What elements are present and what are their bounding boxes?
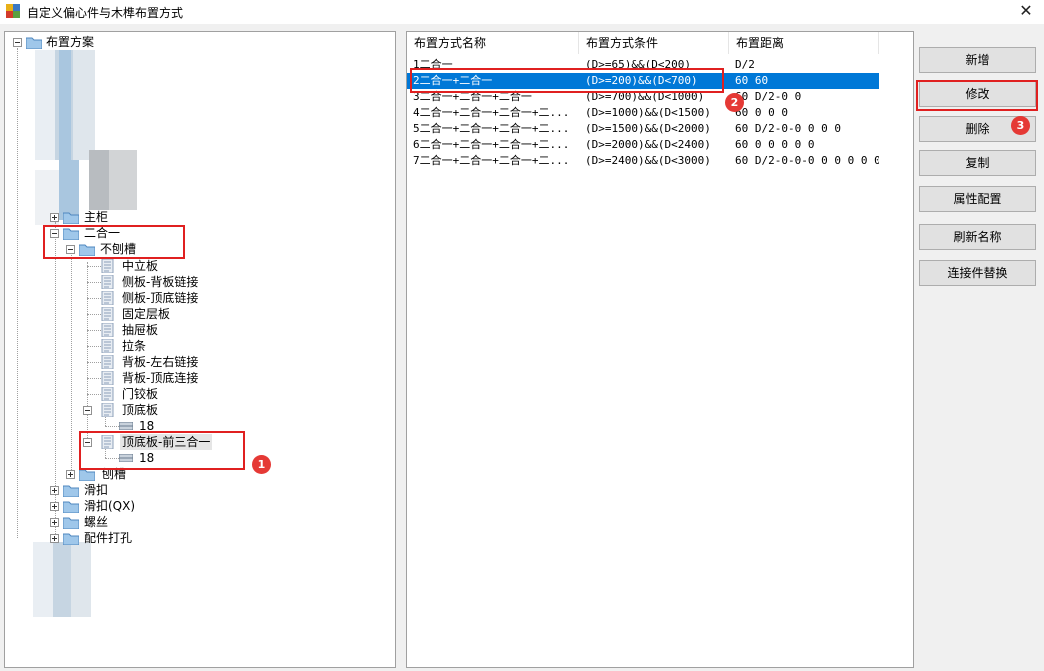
cell-distance: 60 0 0 0 0 0: [735, 138, 815, 151]
document-icon: [101, 323, 114, 337]
expand-icon[interactable]: [50, 486, 59, 495]
column-header-distance[interactable]: 布置距离: [729, 32, 879, 54]
cell-name: 7二合一+二合一+二合一+二...: [413, 154, 570, 167]
tree-node-leaf[interactable]: 侧板-背板链接: [101, 274, 301, 290]
tree-node-top-bottom-board[interactable]: 顶底板: [83, 402, 283, 418]
blurred-region: [35, 50, 137, 225]
tree-node-label: 主柜: [84, 210, 109, 224]
folder-icon: [63, 533, 79, 545]
app-icon: [6, 4, 20, 18]
cell-name: 4二合一+二合一+二合一+二...: [413, 106, 570, 119]
document-icon: [101, 291, 114, 305]
tree-node-leaf[interactable]: 背板-左右链接: [101, 354, 301, 370]
highlight-box: [79, 431, 245, 470]
board-thickness-icon: [119, 422, 133, 430]
folder-icon: [63, 485, 79, 497]
tree-node-label: 配件打孔: [84, 531, 133, 545]
connector-replace-button[interactable]: 连接件替换: [919, 260, 1036, 286]
expand-icon[interactable]: [50, 518, 59, 527]
tree-node-leaf[interactable]: 抽屉板: [101, 322, 301, 338]
folder-icon: [26, 37, 42, 49]
tree-node-label: 中立板: [122, 259, 159, 273]
list-row[interactable]: 6二合一+二合一+二合一+二... (D>=2000)&&(D<2400) 60 0…: [407, 137, 879, 153]
cell-distance: 60 0 0 0: [735, 106, 788, 119]
tree-node-label: 背板-左右链接: [122, 355, 199, 369]
collapse-icon[interactable]: [13, 38, 22, 47]
list-row[interactable]: 7二合一+二合一+二合一+二... (D>=2400)&&(D<3000) 60 D…: [407, 153, 879, 169]
tree-node-label: 侧板-顶底链接: [122, 291, 199, 305]
cell-distance: 60 D/2-0-0 0 0 0: [735, 122, 841, 135]
document-icon: [101, 387, 114, 401]
tree-node-leaf[interactable]: 拉条: [101, 338, 301, 354]
tree-node-label: 螺丝: [84, 515, 109, 529]
tree-node-leaf[interactable]: 门铰板: [101, 386, 301, 402]
tree-node-leaf[interactable]: 背板-顶底连接: [101, 370, 301, 386]
tree-node-leaf[interactable]: 侧板-顶底链接: [101, 290, 301, 306]
tree-node-label: 抽屉板: [122, 323, 159, 337]
title-bar: 自定义偏心件与木榫布置方式 ✕: [0, 0, 1044, 24]
expand-icon[interactable]: [50, 502, 59, 511]
cell-condition: (D>=1000)&&(D<1500): [585, 106, 711, 119]
properties-button[interactable]: 属性配置: [919, 186, 1036, 212]
cell-distance: 60 D/2-0-0-0 0 0 0 0 0: [735, 154, 879, 167]
list-row[interactable]: 4二合一+二合一+二合一+二... (D>=1000)&&(D<1500) 60 0…: [407, 105, 879, 121]
layout-method-list[interactable]: 布置方式名称 布置方式条件 布置距离 1二合一 (D>=65)&&(D<200) D…: [406, 31, 914, 668]
copy-button[interactable]: 复制: [919, 150, 1036, 176]
highlight-box: [43, 225, 185, 259]
tree-node-label: 滑扣: [84, 483, 109, 497]
tree-node-label: 滑扣(QX): [84, 499, 136, 513]
document-icon: [101, 371, 114, 385]
column-header-name[interactable]: 布置方式名称: [407, 32, 579, 54]
document-icon: [101, 339, 114, 353]
highlight-box: [410, 68, 724, 93]
list-row[interactable]: 5二合一+二合一+二合一+二... (D>=1500)&&(D<2000) 60 D…: [407, 121, 879, 137]
cell-name: 5二合一+二合一+二合一+二...: [413, 122, 570, 135]
cell-distance: 60 D/2-0 0: [735, 90, 802, 103]
layout-tree-panel[interactable]: 布置方案 主柜 二合一 不刨槽 中立板 侧板-背板链接 侧板-顶底链接 固定层板…: [4, 31, 396, 668]
folder-icon: [63, 517, 79, 529]
cell-name: 6二合一+二合一+二合一+二...: [413, 138, 570, 151]
highlight-box: [916, 80, 1038, 111]
tree-node-label: 布置方案: [46, 35, 95, 49]
tree-node-main-cabinet[interactable]: 主柜: [45, 209, 245, 225]
tree-node-label: 固定层板: [122, 307, 171, 321]
window-title: 自定义偏心件与木榫布置方式: [27, 6, 184, 20]
tree-node-slide-buckle-qx[interactable]: 滑扣(QX): [45, 498, 245, 514]
document-icon: [101, 355, 114, 369]
tree-node-slide-buckle[interactable]: 滑扣: [45, 482, 245, 498]
tree-node-leaf[interactable]: 固定层板: [101, 306, 301, 322]
step-badge: 1: [252, 455, 271, 474]
close-icon[interactable]: ✕: [1008, 0, 1044, 24]
tree-node-hardware-drilling[interactable]: 配件打孔: [45, 530, 245, 546]
column-header-condition[interactable]: 布置方式条件: [579, 32, 729, 54]
cell-distance: 60 60: [735, 74, 769, 87]
tree-node-label: 顶底板: [122, 403, 159, 417]
expand-icon[interactable]: [50, 534, 59, 543]
step-badge: 3: [1011, 116, 1030, 135]
tree-node-label: 门铰板: [122, 387, 159, 401]
expand-icon[interactable]: [66, 470, 75, 479]
folder-icon: [63, 501, 79, 513]
cell-condition: (D>=2000)&&(D<2400): [585, 138, 711, 151]
cell-distance: D/2: [735, 58, 755, 71]
tree-node-screw[interactable]: 螺丝: [45, 514, 245, 530]
tree-node-label: 侧板-背板链接: [122, 275, 199, 289]
blurred-region: [33, 542, 91, 617]
expand-icon[interactable]: [50, 213, 59, 222]
document-icon: [101, 259, 114, 273]
tree-node-label: 拉条: [122, 339, 147, 353]
cell-condition: (D>=2400)&&(D<3000): [585, 154, 711, 167]
document-icon: [101, 275, 114, 289]
collapse-icon[interactable]: [83, 406, 92, 415]
tree-node-root[interactable]: 布置方案: [9, 34, 209, 50]
document-icon: [101, 307, 114, 321]
tree-node-leaf[interactable]: 中立板: [101, 258, 301, 274]
step-badge: 2: [725, 93, 744, 112]
cell-condition: (D>=1500)&&(D<2000): [585, 122, 711, 135]
folder-icon: [63, 212, 79, 224]
tree-node-label: 背板-顶底连接: [122, 371, 199, 385]
add-button[interactable]: 新增: [919, 47, 1036, 73]
refresh-name-button[interactable]: 刷新名称: [919, 224, 1036, 250]
document-icon: [101, 403, 114, 417]
